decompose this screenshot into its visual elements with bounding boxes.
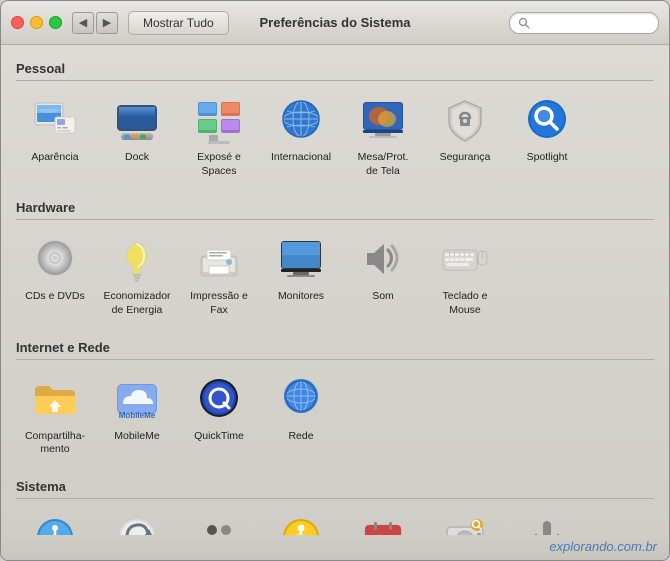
- watermark: explorando.com.br: [1, 535, 669, 560]
- aparencia-label: Aparência: [31, 151, 78, 165]
- section-header-pessoal: Pessoal: [16, 55, 654, 81]
- cds-icon: [29, 234, 81, 286]
- forward-button[interactable]: ▶: [96, 12, 118, 34]
- nav-buttons: ◀ ▶: [72, 12, 118, 34]
- item-seguranca[interactable]: Segurança: [426, 89, 504, 184]
- item-contas[interactable]: Contas: [180, 507, 258, 535]
- item-mesa[interactable]: Mesa/Prot.de Tela: [344, 89, 422, 184]
- minimize-button[interactable]: [30, 16, 43, 29]
- acesso-icon: [29, 513, 81, 535]
- seguranca-icon: [439, 95, 491, 147]
- atualizacao-icon: [111, 513, 163, 535]
- item-aparencia[interactable]: Aparência: [16, 89, 94, 184]
- compartilhamento-label: Compartilha-mento: [25, 430, 85, 457]
- sistema-grid: AcessoUniversal: [16, 507, 654, 535]
- section-header-sistema: Sistema: [16, 473, 654, 499]
- hardware-grid: CDs e DVDs Economizadorde Energia: [16, 228, 654, 323]
- quicktime-icon: [193, 374, 245, 426]
- close-button[interactable]: [11, 16, 24, 29]
- search-box[interactable]: [509, 12, 659, 34]
- mobileme-label: MobileMe: [114, 430, 160, 444]
- item-cds[interactable]: CDs e DVDs: [16, 228, 94, 323]
- window-title: Preferências do Sistema: [259, 15, 410, 30]
- search-icon: [518, 17, 530, 29]
- compartilhamento-icon: [29, 374, 81, 426]
- section-header-hardware: Hardware: [16, 194, 654, 220]
- monitores-label: Monitores: [278, 290, 324, 304]
- rede-label: Rede: [288, 430, 313, 444]
- cds-label: CDs e DVDs: [25, 290, 85, 304]
- spotlight-label: Spotlight: [527, 151, 568, 165]
- item-internacional[interactable]: Internacional: [262, 89, 340, 184]
- expose-icon: [193, 95, 245, 147]
- teclado-icon: [439, 234, 491, 286]
- seguranca-label: Segurança: [440, 151, 491, 165]
- traffic-lights: [11, 16, 62, 29]
- item-controles[interactable]: ControlesParentais: [262, 507, 340, 535]
- contas-icon: [193, 513, 245, 535]
- fala-icon: [521, 513, 573, 535]
- item-fala[interactable]: Fala: [508, 507, 586, 535]
- item-spotlight[interactable]: Spotlight: [508, 89, 586, 184]
- som-label: Som: [372, 290, 394, 304]
- item-data[interactable]: 18 Data e Hora: [344, 507, 422, 535]
- watermark-text: explorando.com.br: [549, 539, 657, 554]
- item-atualizacao[interactable]: Atualizaçãode Software: [98, 507, 176, 535]
- dock-icon: [111, 95, 163, 147]
- item-dock[interactable]: Dock: [98, 89, 176, 184]
- economizador-icon: [111, 234, 163, 286]
- dock-label: Dock: [125, 151, 149, 165]
- mesa-icon: [357, 95, 409, 147]
- section-header-internet: Internet e Rede: [16, 334, 654, 360]
- item-acesso[interactable]: AcessoUniversal: [16, 507, 94, 535]
- impressao-label: Impressão eFax: [190, 290, 248, 317]
- expose-label: Exposé eSpaces: [197, 151, 241, 178]
- som-icon: [357, 234, 409, 286]
- show-all-button[interactable]: Mostrar Tudo: [128, 11, 229, 35]
- internacional-icon: [275, 95, 327, 147]
- item-compartilhamento[interactable]: Compartilha-mento: [16, 368, 94, 463]
- item-impressao[interactable]: Impressão eFax: [180, 228, 258, 323]
- data-icon: 18: [357, 513, 409, 535]
- item-disco[interactable]: Disco deInicialização: [426, 507, 504, 535]
- item-monitores[interactable]: Monitores: [262, 228, 340, 323]
- item-teclado[interactable]: Teclado eMouse: [426, 228, 504, 323]
- teclado-label: Teclado eMouse: [443, 290, 488, 317]
- mobileme-icon: MobileMe: [111, 374, 163, 426]
- item-economizador[interactable]: Economizadorde Energia: [98, 228, 176, 323]
- item-quicktime[interactable]: QuickTime: [180, 368, 258, 463]
- rede-icon: [275, 374, 327, 426]
- quicktime-label: QuickTime: [194, 430, 244, 444]
- search-input[interactable]: [534, 16, 650, 30]
- item-som[interactable]: Som: [344, 228, 422, 323]
- main-window: ◀ ▶ Mostrar Tudo Preferências do Sistema…: [0, 0, 670, 561]
- maximize-button[interactable]: [49, 16, 62, 29]
- title-bar: ◀ ▶ Mostrar Tudo Preferências do Sistema: [1, 1, 669, 45]
- content-area: Pessoal: [1, 45, 669, 535]
- economizador-label: Economizadorde Energia: [103, 290, 170, 317]
- item-expose[interactable]: Exposé eSpaces: [180, 89, 258, 184]
- controles-icon: [275, 513, 327, 535]
- item-mobileme[interactable]: MobileMe MobileMe: [98, 368, 176, 463]
- aparencia-icon: [29, 95, 81, 147]
- impressao-icon: [193, 234, 245, 286]
- svg-text:MobileMe: MobileMe: [119, 411, 156, 420]
- mesa-label: Mesa/Prot.de Tela: [358, 151, 409, 178]
- monitores-icon: [275, 234, 327, 286]
- internet-grid: Compartilha-mento MobileMe MobileMe: [16, 368, 654, 463]
- disco-icon: [439, 513, 491, 535]
- item-rede[interactable]: Rede: [262, 368, 340, 463]
- spotlight-icon: [521, 95, 573, 147]
- back-button[interactable]: ◀: [72, 12, 94, 34]
- internacional-label: Internacional: [271, 151, 331, 165]
- pessoal-grid: Aparência: [16, 89, 654, 184]
